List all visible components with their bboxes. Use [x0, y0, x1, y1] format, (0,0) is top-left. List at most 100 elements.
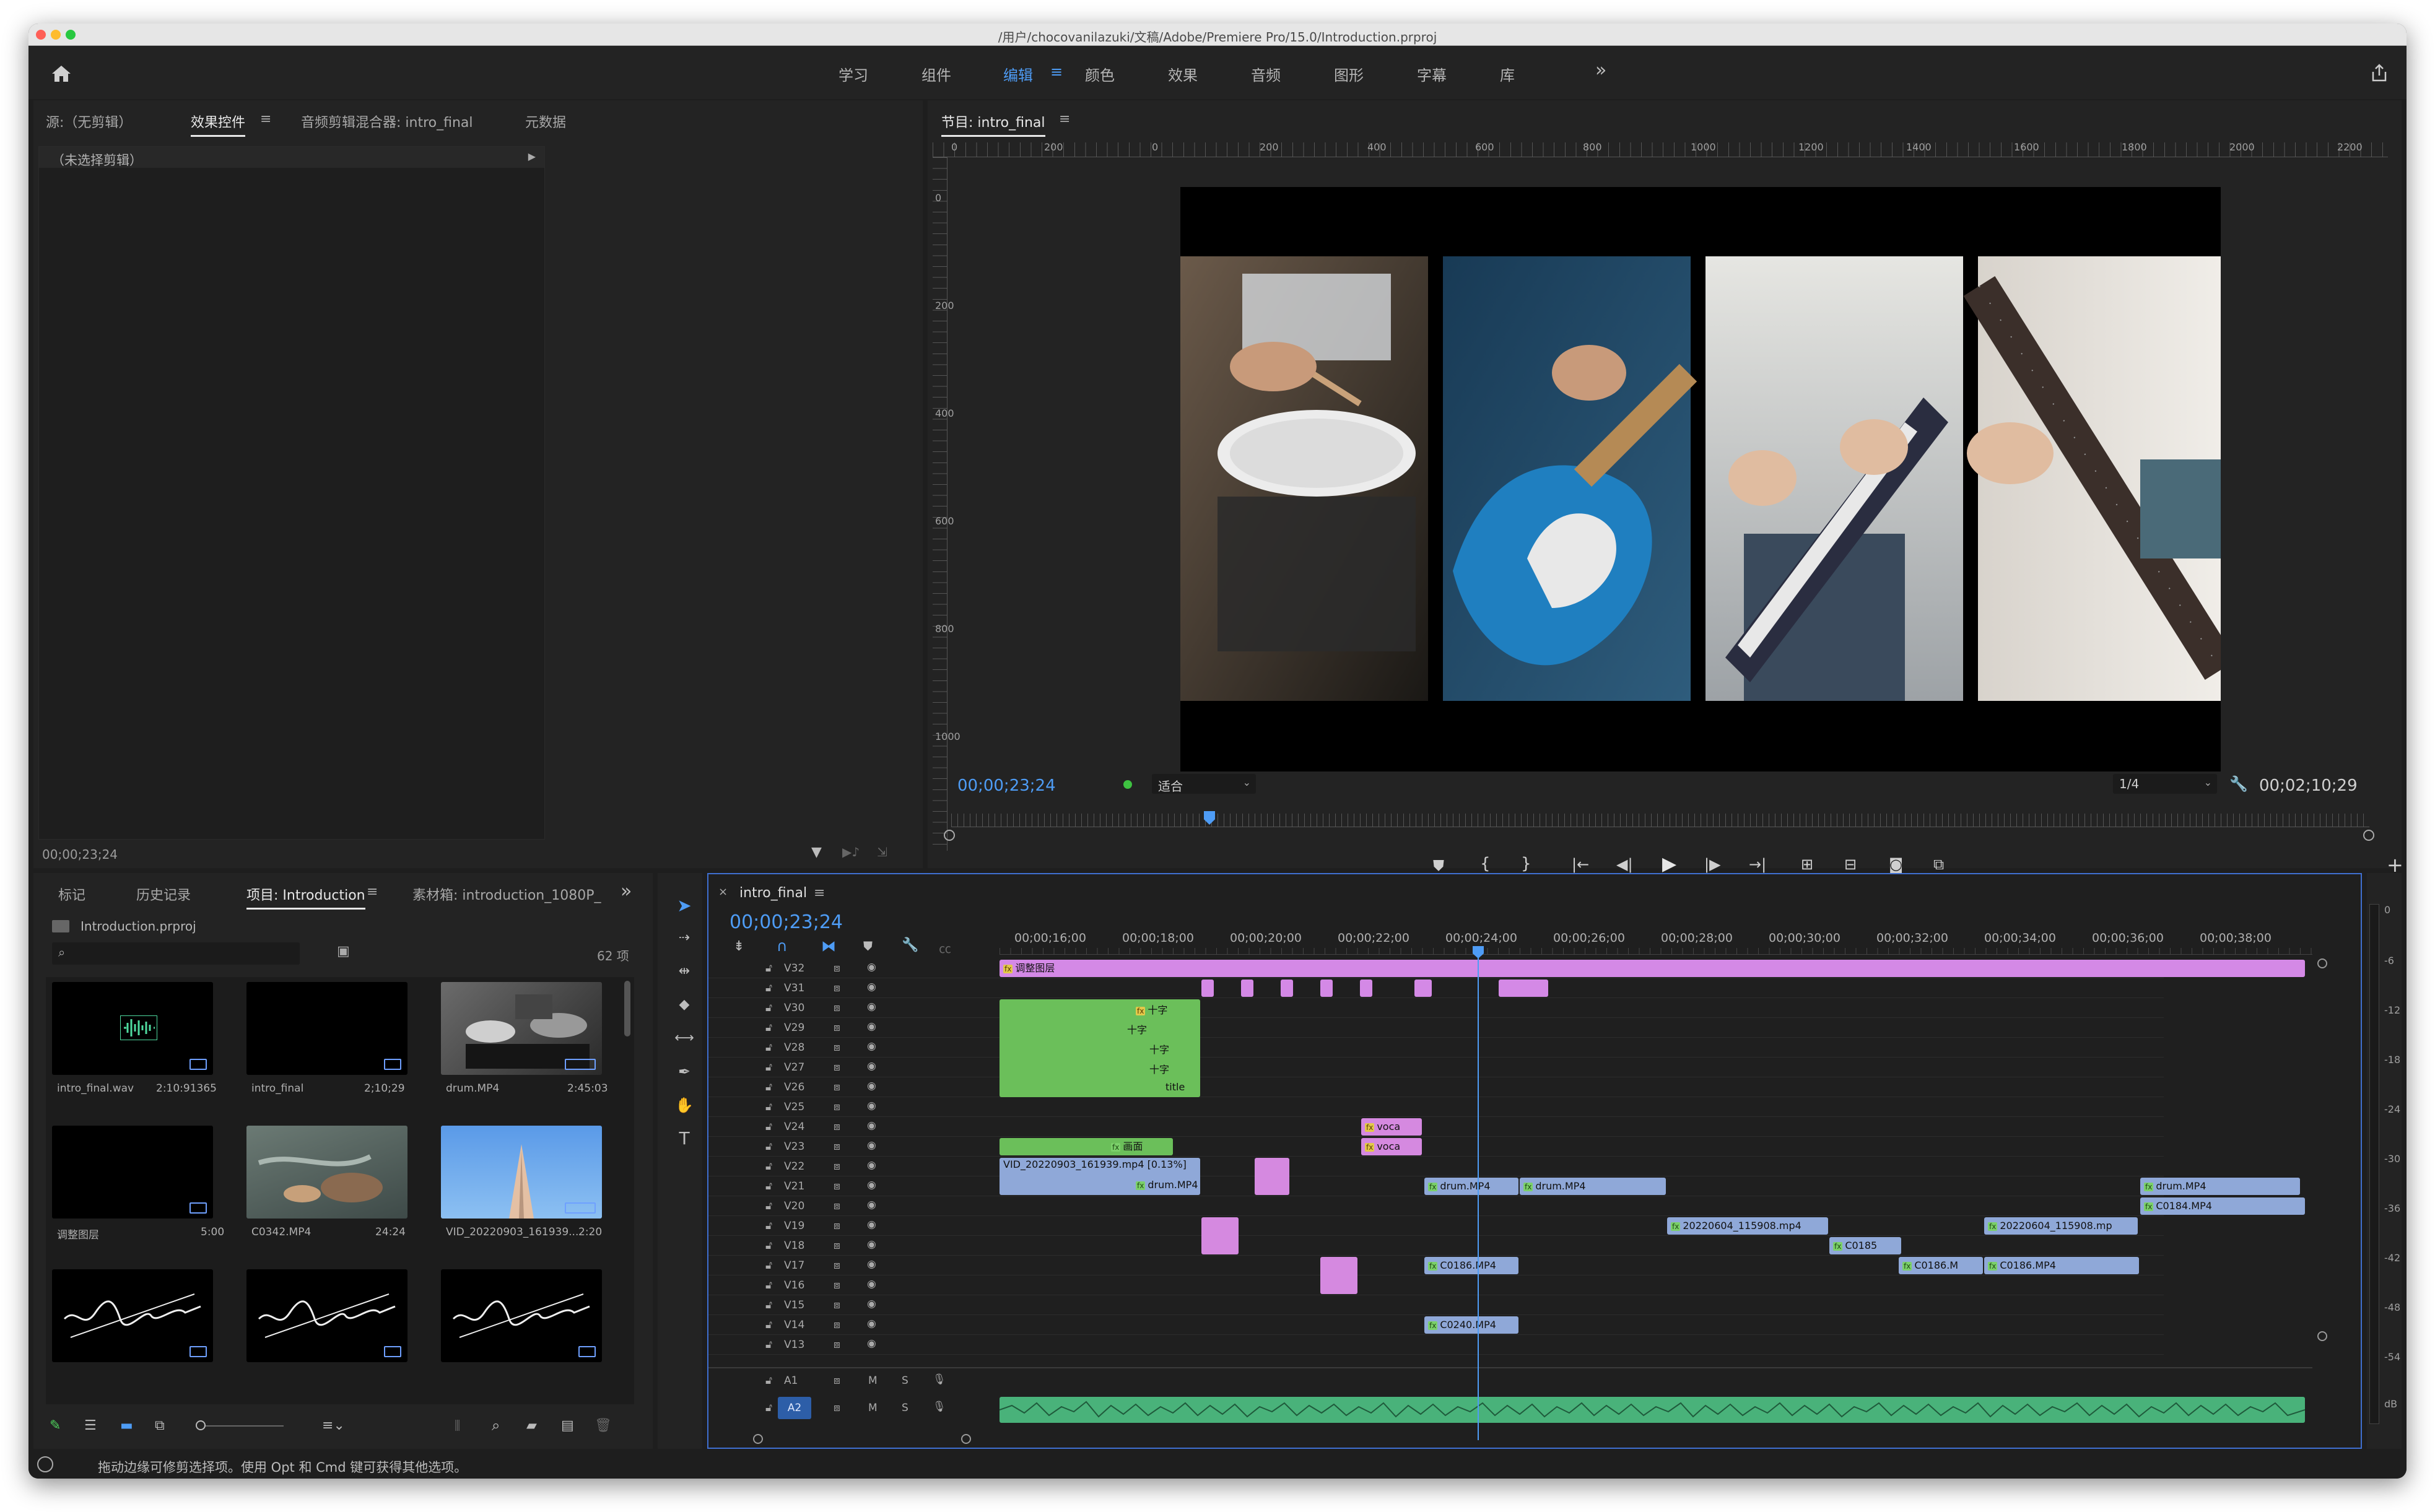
settings-wrench-icon[interactable]: 🔧 — [2229, 775, 2248, 793]
expand-triangle-icon[interactable]: ▶ — [528, 150, 536, 162]
go-to-in-icon[interactable]: |← — [1572, 856, 1589, 873]
thumb-water[interactable] — [246, 1126, 407, 1219]
thumbnail-size-slider[interactable] — [197, 1425, 284, 1427]
lift-icon[interactable]: ⊞ — [1801, 856, 1813, 873]
ripple-edit-tool-icon[interactable]: ⇹ — [673, 960, 696, 983]
automate-sequence-icon[interactable]: ⫼ — [455, 1418, 460, 1433]
file-115908-clip[interactable]: fx 20220604_115908.mp — [1984, 1217, 2138, 1235]
creative-cloud-icon[interactable] — [37, 1456, 53, 1472]
timeline-playhead[interactable] — [1478, 950, 1479, 1440]
pen-tool-icon[interactable]: ✒ — [673, 1060, 696, 1084]
mark-out-icon[interactable]: } — [1521, 854, 1531, 873]
short-clip[interactable] — [1201, 980, 1214, 997]
thumb-sequence[interactable] — [246, 982, 407, 1075]
trash-icon[interactable]: 🗑 — [595, 1418, 612, 1433]
comparison-view-icon[interactable]: ⧉ — [1933, 856, 1944, 873]
play-icon[interactable]: ▶ — [1662, 853, 1676, 875]
thumb-sky[interactable] — [441, 1126, 602, 1219]
selection-tool-icon[interactable]: ➤ — [673, 894, 696, 918]
horizontal-scroll-start[interactable] — [753, 1434, 763, 1444]
file-115908-clip[interactable]: fx 20220604_115908.mp4 — [1667, 1217, 1828, 1235]
tab-metadata[interactable]: 元数据 — [525, 111, 566, 131]
vertical-zoom-handle[interactable] — [2317, 958, 2327, 968]
linked-selection-icon[interactable]: ⧓ — [821, 937, 836, 955]
c0186-clip[interactable]: fx C0186.MP4 — [1424, 1257, 1518, 1274]
workspace-learn[interactable]: 学习 — [839, 63, 868, 85]
voca-clip[interactable]: fx voca — [1361, 1138, 1422, 1155]
picture-clip[interactable]: fx 画面 — [1000, 1138, 1173, 1155]
mark-in-icon[interactable]: { — [1480, 854, 1491, 873]
vertical-zoom-handle[interactable] — [2317, 1331, 2327, 1341]
short-clip[interactable] — [1320, 980, 1333, 997]
go-to-out-icon[interactable]: →| — [1749, 856, 1766, 873]
short-clip[interactable] — [1241, 980, 1253, 997]
workspace-menu-icon[interactable]: ≡ — [1050, 63, 1063, 80]
new-bin-icon[interactable]: ▰ — [526, 1418, 537, 1433]
program-video-frame[interactable] — [1180, 187, 2237, 771]
fx-clip[interactable] — [1320, 1257, 1357, 1294]
home-icon[interactable] — [51, 64, 72, 83]
tab-effect-controls[interactable]: 效果控件 — [191, 111, 246, 137]
program-menu-icon[interactable]: ≡ — [1059, 111, 1070, 127]
tab-markers[interactable]: 标记 — [58, 884, 85, 904]
voca-clip[interactable]: fx voca — [1361, 1118, 1422, 1136]
tab-history[interactable]: 历史记录 — [136, 884, 191, 904]
new-item-icon[interactable]: ▤ — [561, 1418, 574, 1433]
export-icon[interactable]: ⇲ — [877, 845, 887, 859]
step-back-icon[interactable]: ◀| — [1616, 856, 1633, 873]
workspace-assembly[interactable]: 组件 — [921, 63, 951, 85]
workspace-libraries[interactable]: 库 — [1500, 63, 1515, 85]
add-marker-icon[interactable]: ⛊ — [863, 939, 873, 954]
horizontal-scroll-end[interactable] — [961, 1434, 971, 1444]
zoom-start-handle[interactable] — [944, 830, 955, 841]
adjustment-layer-clip[interactable]: fx 调整图层 — [1000, 960, 2305, 977]
timeline-menu-icon[interactable]: ≡ — [814, 885, 825, 901]
find-icon[interactable]: ⌕ — [492, 1417, 500, 1434]
c0185-clip[interactable]: fx C0185 — [1829, 1237, 1901, 1254]
drum-clip[interactable]: fx drum.MP4 — [1520, 1178, 1666, 1195]
c0186-clip[interactable]: fx C0186.M — [1899, 1257, 1983, 1274]
timeline-tab[interactable]: intro_final — [739, 885, 807, 901]
audio-waveform-clip[interactable] — [999, 1397, 2306, 1423]
tab-project[interactable]: 项目: Introduction — [246, 884, 365, 910]
snap-magnet-icon[interactable]: ∩ — [777, 937, 788, 955]
program-timecode[interactable]: 00;00;23;24 — [957, 776, 1056, 795]
add-marker-icon[interactable]: ⛊ — [1433, 857, 1444, 874]
nest-icon[interactable]: ⇟ — [733, 939, 744, 954]
pencil-icon[interactable]: ✎ — [50, 1418, 61, 1433]
short-clip[interactable] — [1499, 980, 1548, 997]
effect-controls-menu-icon[interactable]: ≡ — [260, 111, 271, 127]
type-tool-icon[interactable]: T — [673, 1127, 696, 1150]
thumb-audio[interactable] — [52, 982, 213, 1075]
search-input[interactable]: ⌕ — [52, 942, 300, 965]
project-menu-icon[interactable]: ≡ — [367, 884, 378, 900]
list-view-icon[interactable]: ☰ — [84, 1418, 97, 1433]
timeline-settings-wrench-icon[interactable]: 🔧 — [902, 937, 918, 953]
track-select-tool-icon[interactable]: ⇢ — [673, 926, 696, 950]
thumb-title-graphic[interactable] — [246, 1269, 407, 1362]
c0240-clip[interactable]: fx C0240.MP4 — [1424, 1316, 1518, 1334]
workspace-effects[interactable]: 效果 — [1168, 63, 1198, 85]
tab-audio-clip-mixer[interactable]: 音频剪辑混合器: intro_final — [301, 111, 473, 131]
slip-tool-icon[interactable]: ⟷ — [673, 1027, 696, 1050]
filter-icon[interactable]: ▼ — [811, 845, 822, 860]
extract-icon[interactable]: ⊟ — [1844, 856, 1857, 873]
short-clip[interactable] — [1360, 980, 1372, 997]
short-clip[interactable] — [1281, 980, 1293, 997]
program-monitor-title[interactable]: 节目: intro_final — [941, 111, 1045, 137]
close-sequence-icon[interactable]: × — [718, 885, 728, 898]
tab-source[interactable]: 源:（无剪辑） — [46, 111, 132, 131]
c0184-clip[interactable]: fx C0184.MP4 — [2140, 1197, 2305, 1215]
play-audio-icon[interactable]: ▶♪ — [842, 845, 860, 859]
new-search-bin-icon[interactable]: ▣ — [337, 944, 350, 959]
fit-dropdown[interactable]: 适合 ⌄ — [1152, 774, 1256, 794]
share-icon[interactable] — [2369, 63, 2389, 83]
timeline-timecode[interactable]: 00;00;23;24 — [730, 911, 843, 933]
thumb-title-graphic[interactable] — [52, 1269, 213, 1362]
workspace-editing[interactable]: 编辑 — [1003, 63, 1033, 85]
more-panels-icon[interactable]: » — [621, 880, 632, 902]
more-workspaces-icon[interactable]: » — [1595, 59, 1606, 81]
workspace-color[interactable]: 颜色 — [1085, 63, 1115, 85]
freeform-view-icon[interactable]: ⧉ — [155, 1418, 165, 1433]
project-scrollbar[interactable] — [624, 981, 630, 1036]
